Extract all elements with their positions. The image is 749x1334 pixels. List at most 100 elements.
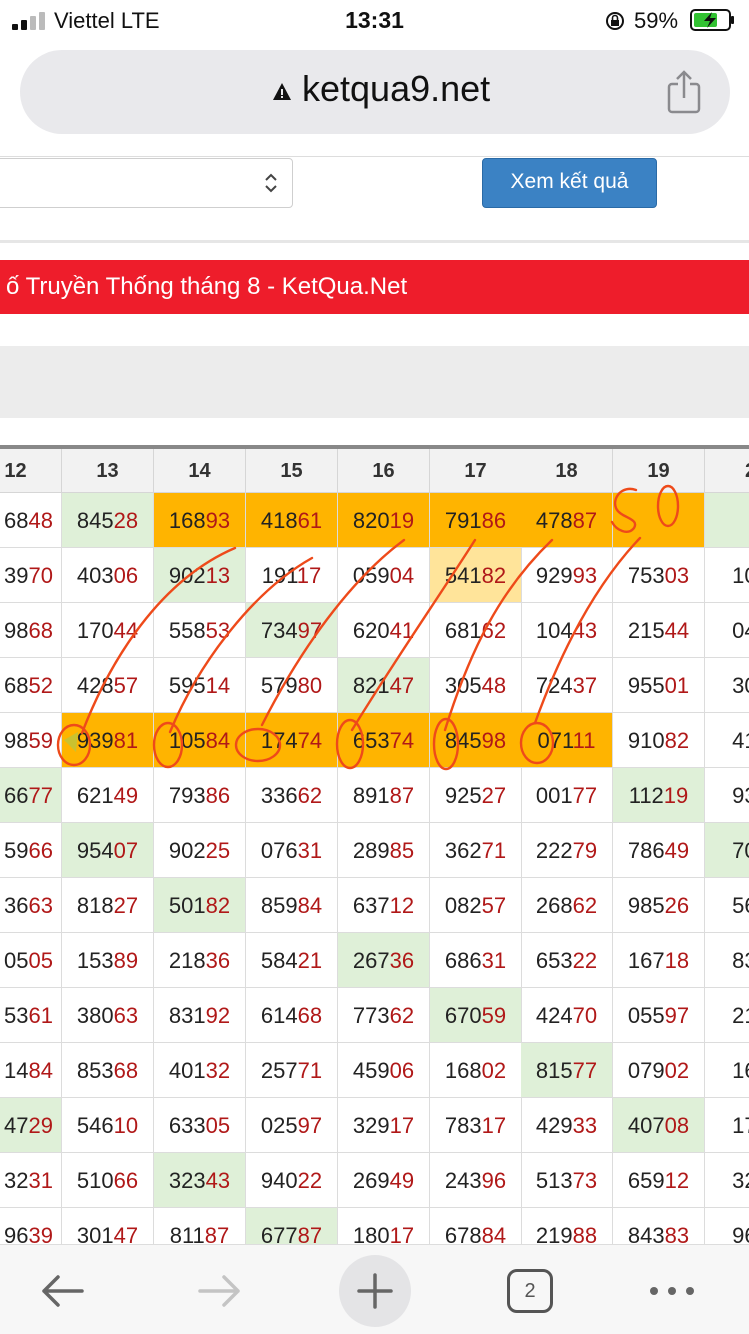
column-header: 17 [430,449,522,493]
cell-leading-digits: 269 [352,1168,390,1193]
table-cell: 26736 [338,933,430,988]
cell-last-two-digits: 21 [297,948,323,973]
cell-last-two-digits: 57 [113,673,139,698]
cell-last-two-digits: 18 [664,948,690,973]
table-cell: 67787 [246,1208,338,1244]
cell-last-two-digits: 47 [113,1223,139,1244]
cell-leading-digits: 501 [168,893,206,918]
table-cell: 10584 [154,713,246,768]
table-cell: 16893 [154,493,246,548]
cell-last-two-digits: 82 [481,563,507,588]
cell-leading-digits: 53 [4,1003,29,1028]
cell-leading-digits: 407 [627,1113,665,1138]
table-cell: 78649 [613,823,705,878]
cell-leading-digits: 681 [444,618,482,643]
column-header: 2 [705,449,749,493]
table-cell: 1484 [0,1043,62,1098]
table-cell: 26949 [338,1153,430,1208]
tabs-button[interactable]: 2 [507,1269,553,1313]
cell-last-two-digits: 77 [28,783,53,808]
cell-leading-digits: 621 [76,783,114,808]
table-cell: 32343 [154,1153,246,1208]
cell-leading-digits: 102 [732,563,749,588]
table-cell: 9639 [0,1208,62,1244]
table-cell: 58421 [246,933,338,988]
table-cell: 17044 [62,603,154,658]
table-cell: 11219 [613,768,705,823]
view-results-button[interactable]: Xem kết quả [482,158,657,208]
new-tab-button[interactable] [339,1255,411,1327]
cell-leading-digits: 793 [168,783,206,808]
cell-leading-digits: 47 [4,1113,29,1138]
table-cell: 6677 [0,768,62,823]
table-cell: 81187 [154,1208,246,1244]
table-cell: 5361 [0,988,62,1043]
cell-last-two-digits: 49 [389,1168,415,1193]
table-cell: 68631 [430,933,522,988]
table-cell: 41861 [246,493,338,548]
cell-leading-digits: 845 [444,728,482,753]
cell-last-two-digits: 28 [113,508,139,533]
cell-leading-digits: 153 [76,948,114,973]
cell-last-two-digits: 70 [28,563,53,588]
back-arrow-icon[interactable] [38,1267,86,1315]
cell-leading-digits: 171 [732,1113,749,1138]
cell-leading-digits: 563 [732,893,749,918]
table-cell: 75303 [613,548,705,603]
cell-last-two-digits: 70 [572,1003,598,1028]
cell-last-two-digits: 17 [389,1223,415,1244]
cell-leading-digits: 071 [537,728,573,753]
cell-leading-digits: 546 [76,1113,114,1138]
cell-last-two-digits: 68 [28,618,53,643]
cell-last-two-digits: 31 [297,838,323,863]
cell-leading-digits: 362 [444,838,482,863]
cell-last-two-digits: 29 [28,1113,53,1138]
table-cell: 00177 [521,768,613,823]
month-select[interactable] [0,158,293,208]
cell-last-two-digits: 19 [389,508,415,533]
cell-leading-digits: 268 [535,893,573,918]
table-cell: 32917 [338,1098,430,1153]
cell-leading-digits: 323 [168,1168,206,1193]
cell-leading-digits: 637 [352,893,390,918]
cell-last-two-digits: 80 [297,673,323,698]
cell-leading-digits: 59 [4,838,29,863]
table-cell: 36271 [430,823,522,878]
cell-leading-digits: 025 [260,1113,298,1138]
cell-leading-digits: 167 [627,948,665,973]
table-cell: 321 [705,1153,749,1208]
status-bar: Viettel LTE 13:31 59% [0,0,749,42]
cell-last-two-digits: 89 [113,948,139,973]
address-bar[interactable]: ketqua9.net [20,50,730,134]
cell-leading-digits: 174 [260,728,298,753]
cell-last-two-digits: 43 [572,618,598,643]
table-cell: 85984 [246,878,338,933]
cell-last-two-digits: 84 [28,1058,53,1083]
table-cell: 171 [705,1098,749,1153]
cell-leading-digits: 831 [168,1003,206,1028]
cell-leading-digits: 68 [4,673,29,698]
table-cell: 92993 [521,548,613,603]
cell-leading-digits: 380 [76,1003,114,1028]
table-cell: 3970 [0,548,62,603]
table-cell: 412 [705,713,749,768]
cell-leading-digits: 321 [732,1168,749,1193]
share-icon[interactable] [666,70,702,114]
rotation-lock-icon [606,12,624,30]
cell-last-two-digits: 86 [205,783,231,808]
cell-last-two-digits: 39 [28,1223,53,1244]
cell-leading-digits: 773 [352,1003,390,1028]
table-cell: 65322 [521,933,613,988]
table-cell [705,493,749,548]
battery-charging-icon [690,9,734,31]
table-cell: 45906 [338,1043,430,1098]
cell-last-two-digits: 22 [572,948,598,973]
table-cell: 17474 [246,713,338,768]
select-arrows-icon [265,173,277,193]
more-menu-icon[interactable] [648,1267,696,1315]
forward-arrow-icon[interactable] [196,1267,244,1315]
table-cell: 25771 [246,1043,338,1098]
table-cell: 05904 [338,548,430,603]
cell-leading-digits: 429 [535,1113,573,1138]
table-cell: 102 [705,548,749,603]
